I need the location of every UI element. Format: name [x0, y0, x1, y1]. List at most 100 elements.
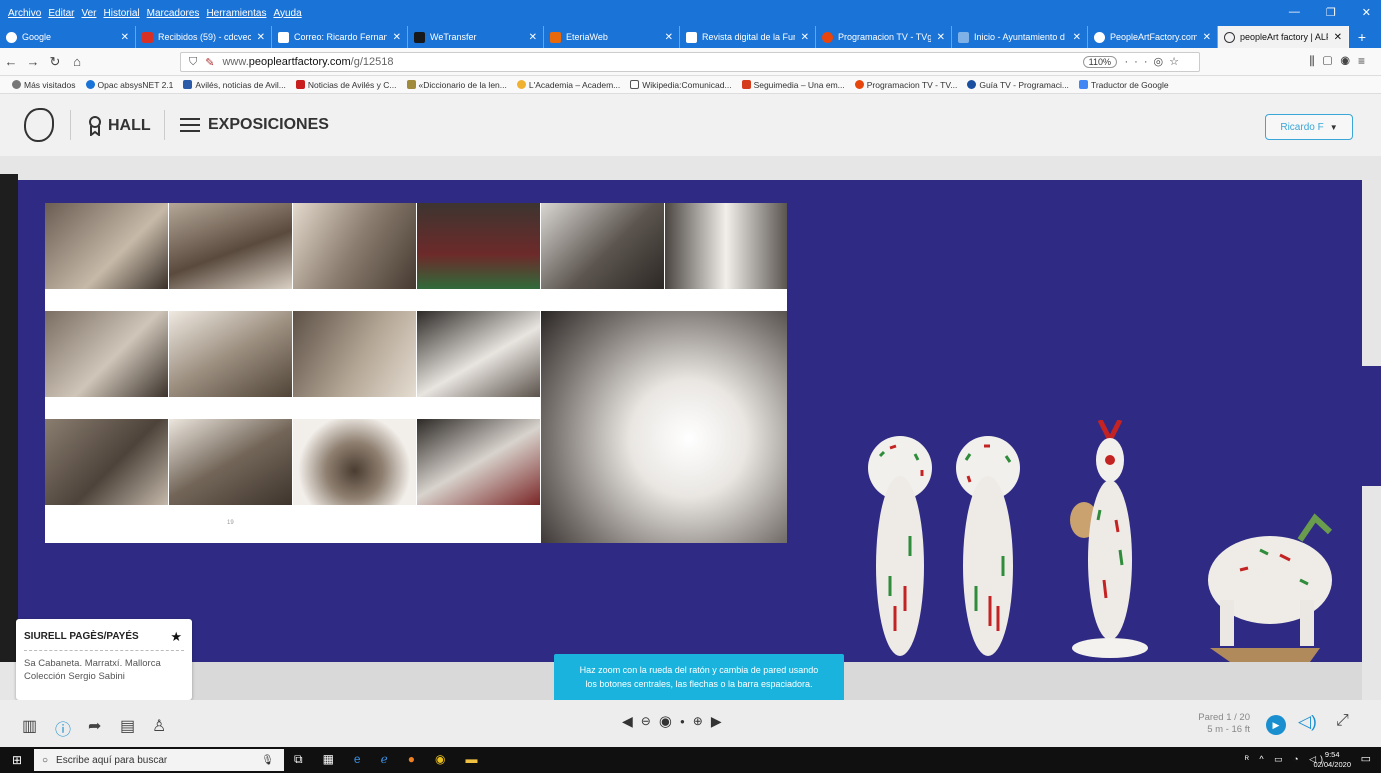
zoom-out-icon[interactable]: ⊖ — [641, 714, 651, 728]
permissions-icon[interactable]: ✎ — [205, 56, 214, 69]
share-icon[interactable]: ➦ — [88, 716, 101, 736]
back-icon[interactable]: ← — [0, 54, 22, 69]
map-icon[interactable]: ▥ — [22, 716, 37, 736]
menu-editar[interactable]: Editar — [48, 8, 74, 19]
more-icon[interactable]: ··· — [1125, 56, 1154, 68]
address-bar[interactable]: ⛉ ✎ www. peopleartfactory.com/g/12518 110… — [180, 52, 1200, 72]
close-tab-icon[interactable]: ✕ — [801, 32, 809, 43]
bookmark-noticias-aviles[interactable]: Noticias de Avilés y C... — [295, 80, 397, 90]
tab-google[interactable]: Google ✕ — [0, 26, 136, 48]
file-explorer-icon[interactable]: ▬ — [465, 752, 477, 767]
library-icon[interactable]: ⫼ — [1309, 54, 1323, 68]
siurell-figure-horned[interactable] — [1070, 420, 1150, 660]
close-window-button[interactable]: ✕ — [1362, 6, 1371, 19]
siurell-figure-2[interactable] — [948, 436, 1032, 660]
close-tab-icon[interactable]: ✕ — [937, 32, 945, 43]
bookmark-diccionario[interactable]: «Diccionario de la len... — [406, 80, 507, 90]
pocket-icon[interactable]: ◎ — [1154, 56, 1170, 68]
close-tab-icon[interactable]: ✕ — [121, 32, 129, 43]
reload-icon[interactable]: ↻ — [44, 54, 66, 70]
maximize-button[interactable]: ❐ — [1326, 6, 1336, 19]
peopleart-logo-icon[interactable] — [24, 108, 54, 142]
close-tab-icon[interactable]: ✕ — [257, 32, 265, 43]
close-tab-icon[interactable]: ✕ — [529, 32, 537, 43]
artwork-photo-collage[interactable]: 19 — [45, 203, 787, 543]
bookmark-academia[interactable]: L'Academia – Academ... — [516, 80, 620, 90]
menu-ayuda[interactable]: Ayuda — [273, 8, 301, 19]
chrome-icon[interactable]: ◉ — [435, 752, 445, 767]
siurell-figure-bull[interactable] — [1200, 510, 1350, 662]
zoom-in-icon[interactable]: ⊕ — [693, 714, 703, 728]
tab-peopleartfactory[interactable]: PeopleArtFactory.com | ✕ — [1088, 26, 1218, 48]
microphone-icon[interactable]: 🎙 — [261, 755, 274, 766]
eye-icon[interactable]: ◉ — [659, 712, 672, 730]
close-tab-icon[interactable]: ✕ — [1073, 32, 1081, 43]
tab-revista[interactable]: Revista digital de la Fun ✕ — [680, 26, 816, 48]
notifications-icon[interactable]: ▭ — [1361, 752, 1371, 765]
new-tab-button[interactable]: + — [1349, 26, 1375, 48]
home-icon[interactable]: ⌂ — [66, 54, 88, 69]
play-icon[interactable]: ▶ — [1266, 715, 1286, 735]
wall-counter: Pared 1 / 20 5 m - 16 ft — [1198, 712, 1250, 735]
minimize-button[interactable]: — — [1289, 6, 1300, 19]
bookmark-programacion-tv[interactable]: Programacion TV - TV... — [854, 80, 957, 90]
menu-marcadores[interactable]: Marcadores — [147, 8, 200, 19]
user-menu-button[interactable]: Ricardo F ▼ — [1265, 114, 1353, 140]
sidebar-icon[interactable]: ▢ — [1323, 54, 1341, 68]
tab-active-alfa[interactable]: peopleArt factory | ALFA ✕ — [1218, 26, 1349, 48]
tab-ayuntamiento[interactable]: Inicio - Ayuntamiento d ✕ — [952, 26, 1088, 48]
bookmark-aviles-noticias[interactable]: Avilés, noticias de Avil... — [183, 80, 286, 90]
visitor-icon[interactable]: ♙ — [152, 716, 166, 736]
shield-icon[interactable]: ⛉ — [189, 56, 197, 69]
url-domain: peopleartfactory.com — [248, 56, 351, 68]
menu-historial[interactable]: Historial — [104, 8, 140, 19]
tab-eteriaweb[interactable]: EteriaWeb ✕ — [544, 26, 680, 48]
tab-correo[interactable]: Correo: Ricardo Fernan ✕ — [272, 26, 408, 48]
close-tab-icon[interactable]: ✕ — [1334, 32, 1342, 43]
gallery-viewport[interactable]: 19 — [0, 156, 1381, 700]
siurell-figure-1[interactable] — [860, 436, 944, 660]
exhibition-wall[interactable]: 19 — [18, 180, 1362, 662]
bookmark-star-icon[interactable]: ☆ — [1169, 56, 1185, 68]
speaker-icon[interactable]: ◁) — [1298, 712, 1317, 732]
close-tab-icon[interactable]: ✕ — [665, 32, 673, 43]
edge-icon[interactable]: e — [354, 752, 361, 767]
menu-herramientas[interactable]: Herramientas — [206, 8, 266, 19]
zoom-level[interactable]: 110% — [1082, 56, 1117, 68]
bookmark-opac[interactable]: Opac absysNET 2.1 — [85, 80, 173, 90]
seguimedia-icon — [741, 80, 751, 89]
bookmark-mas-visitados[interactable]: Más visitados — [12, 80, 76, 90]
ie-icon[interactable]: ℯ — [381, 752, 388, 767]
tab-gmail[interactable]: Recibidos (59) - cdcvec ✕ — [136, 26, 272, 48]
close-tab-icon[interactable]: ✕ — [393, 32, 401, 43]
menu-ver[interactable]: Ver — [81, 8, 96, 19]
firefox-icon[interactable]: ● — [408, 752, 415, 767]
bookmark-traductor[interactable]: Traductor de Google — [1078, 80, 1169, 90]
exhibitions-menu[interactable]: EXPOSICIONES — [180, 116, 329, 134]
hall-link[interactable]: HALL — [88, 116, 151, 136]
photo — [417, 311, 540, 397]
favorite-star-icon[interactable]: ★ — [170, 629, 182, 645]
bookmark-guia-tv[interactable]: Guía TV - Programaci... — [967, 80, 1069, 90]
forward-icon[interactable]: → — [22, 54, 44, 69]
close-tab-icon[interactable]: ✕ — [1203, 32, 1211, 43]
tab-wetransfer[interactable]: WeTransfer ✕ — [408, 26, 544, 48]
fullscreen-icon[interactable]: ⤢ — [1336, 712, 1349, 730]
account-icon[interactable]: ◉ — [1340, 54, 1358, 68]
document-icon[interactable]: ▤ — [120, 716, 135, 736]
tab-programacion[interactable]: Programacion TV - TVg ✕ — [816, 26, 952, 48]
bookmark-seguimedia[interactable]: Seguimedia – Una em... — [741, 80, 845, 90]
info-icon[interactable]: ⓘ — [55, 716, 71, 740]
calculator-icon[interactable]: ▦ — [323, 752, 334, 767]
rae-icon — [406, 80, 416, 89]
artwork-info-card[interactable]: SIURELL PAGÈS/PAYÉS ★ Sa Cabaneta. Marra… — [16, 619, 192, 700]
next-wall-icon[interactable]: ▶ — [711, 713, 722, 730]
system-clock[interactable]: 9:54 02/04/2020 — [1313, 750, 1351, 770]
hamburger-menu-icon[interactable]: ≡ — [1358, 54, 1373, 68]
previous-wall-icon[interactable]: ◀ — [622, 713, 633, 730]
task-view-icon[interactable]: ⧉ — [294, 752, 303, 767]
menu-archivo[interactable]: Archivo — [8, 8, 41, 19]
taskbar-search-input[interactable]: ○ Escribe aquí para buscar 🎙 — [34, 749, 284, 771]
windows-start-icon[interactable]: ⊞ — [12, 753, 22, 767]
bookmark-wikipedia[interactable]: Wikipedia:Comunicad... — [630, 80, 732, 90]
